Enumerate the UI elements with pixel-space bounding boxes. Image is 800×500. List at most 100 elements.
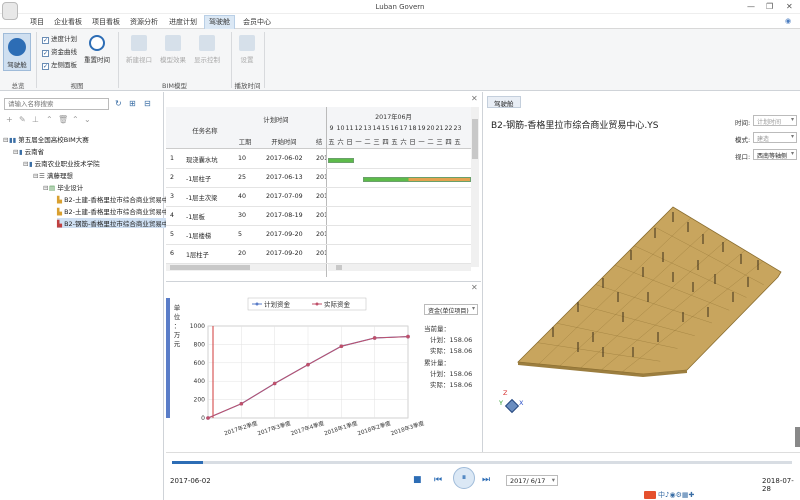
close-button[interactable]: ✕	[786, 2, 793, 11]
gantt-day-23: 23	[453, 125, 462, 132]
stop-button[interactable]: ■	[413, 475, 422, 485]
gantt-weekday-21: 三	[436, 139, 443, 146]
move-bottom-icon[interactable]: ⌄	[84, 115, 91, 124]
tree-node-graduation-design[interactable]: ⊟▤ 毕业设计	[43, 182, 83, 192]
row-duration: 25	[238, 174, 247, 181]
gantt-weekday-17: 六	[400, 139, 407, 146]
row-finish-time: 201	[316, 193, 326, 200]
time-select[interactable]: 计划时间	[753, 115, 797, 126]
gantt-day-11: 11	[345, 125, 354, 132]
app-logo-icon[interactable]	[2, 2, 18, 20]
gantt-left-hscrollbar[interactable]	[166, 264, 326, 271]
tree-node-model-rebar[interactable]: ▙ B2-钢筋-香格里拉市综合商业贸易中	[57, 218, 169, 228]
tree-node-college[interactable]: ⊟▮ 云南农业职业技术学院	[23, 158, 100, 168]
group-label-view: 视图	[70, 82, 84, 90]
legend-label-2: 实际资金	[324, 300, 351, 309]
gantt-vertical-scrollbar[interactable]	[471, 107, 479, 267]
model-effect-button[interactable]: 模型效果	[158, 35, 188, 64]
menu-enterprise-board[interactable]: 企业看板	[54, 17, 82, 27]
expand-all-icon[interactable]: ⊞	[129, 99, 136, 108]
tree-node-team[interactable]: ⊟☰ 满藤理想	[33, 170, 73, 180]
search-input[interactable]	[4, 98, 109, 110]
fund-unit-select[interactable]: 资金(单位项目)	[424, 304, 478, 315]
new-viewport-button[interactable]: 新建视口	[124, 35, 154, 64]
tree-node-model-civil-1[interactable]: ▙ B2-土建-香格里拉市综合商业贸易中	[57, 194, 168, 204]
move-top-icon[interactable]: ⌃	[72, 115, 79, 124]
minimize-button[interactable]: —	[747, 2, 755, 11]
tray-app-icon[interactable]	[644, 491, 656, 499]
schedule-checkbox[interactable]: ✓ 进度计划	[42, 33, 77, 44]
axis-x-label: X	[519, 399, 524, 407]
mode-select[interactable]: 建造	[753, 132, 797, 143]
legend-marker-2	[315, 302, 319, 306]
left-panel-checkbox[interactable]: ✓ 左侧面板	[42, 59, 77, 70]
table-row[interactable]: 1 现浇囊水坑 10 2017-06-02 201	[166, 150, 471, 169]
menu-schedule[interactable]: 进度计划	[169, 17, 197, 27]
tree-node-model-civil-2[interactable]: ▙ B2-土建-香格里拉市综合商业贸易中	[57, 206, 168, 216]
app-title: Luban Govern	[375, 3, 425, 11]
col-start-time: 开始时间	[271, 139, 297, 146]
group-label-overview: 总览	[11, 82, 25, 90]
title-bar: Luban Govern — ❐ ✕	[0, 0, 800, 20]
timeline-track[interactable]	[172, 461, 792, 464]
row-start-time: 2017-07-09	[266, 193, 303, 200]
pause-button[interactable]: ⏸	[453, 467, 475, 489]
fund-curve-checkbox[interactable]: ✓ 资金曲线	[42, 46, 77, 57]
display-control-button[interactable]: 显示控制	[192, 35, 222, 64]
move-up-icon[interactable]: ⌃	[46, 115, 53, 124]
gantt-right-hscrollbar[interactable]	[328, 264, 471, 271]
menu-project-board[interactable]: 项目看板	[92, 17, 120, 27]
chart-close-button[interactable]: ✕	[471, 283, 478, 292]
table-row[interactable]: 3 -1层主次梁 40 2017-07-09 201	[166, 188, 471, 207]
x-tick-label: 2018年3季度	[390, 419, 426, 437]
gantt-bar-row-2[interactable]	[363, 177, 471, 182]
group-separator	[264, 32, 265, 88]
series-point-2	[306, 362, 310, 367]
menu-member-center[interactable]: 会员中心	[243, 17, 271, 27]
tree-node-competition[interactable]: ⊟▮▮ 第五届全国高校BIM大赛	[3, 134, 89, 144]
edit-icon[interactable]: ✎	[19, 115, 26, 124]
gantt-close-button[interactable]: ✕	[471, 94, 478, 103]
series-point-2	[272, 381, 277, 386]
table-row[interactable]: 4 -1层板 30 2017-08-19 201	[166, 207, 471, 226]
gantt-weekday-13: 二	[364, 139, 371, 146]
current-date-select[interactable]: 2017/ 6/17	[506, 475, 558, 486]
restore-button[interactable]: ❐	[766, 2, 773, 11]
menu-project[interactable]: 项目	[30, 17, 44, 27]
tab-cockpit[interactable]: 驾驶舱	[487, 96, 521, 108]
rewind-button[interactable]: ⏮	[434, 475, 442, 485]
tray-icons[interactable]: 中♪◉⚙▦✚	[658, 490, 694, 500]
row-number: 2	[170, 174, 175, 181]
table-row[interactable]: 6 1层柱子 20 2017-09-20 201	[166, 245, 471, 264]
delete-icon[interactable]: 🗑	[58, 115, 68, 124]
refresh-icon[interactable]: ↻	[115, 99, 122, 108]
display-control-icon	[199, 35, 215, 51]
row-duration: 10	[238, 155, 247, 162]
add-icon[interactable]: +	[6, 115, 13, 124]
collapse-icon[interactable]: ⊥	[32, 115, 39, 124]
chart-side-handle[interactable]	[166, 298, 170, 418]
table-row[interactable]: 5 -1层楼梯 5 2017-09-20 201	[166, 226, 471, 245]
fast-forward-button[interactable]: ⏭	[482, 475, 490, 485]
bim-side-handle[interactable]	[795, 427, 800, 447]
y-tick-label: 800	[194, 341, 206, 348]
reset-time-button[interactable]: 重置时间	[82, 35, 112, 64]
series-point-2	[239, 401, 244, 406]
bim-viewer-panel: 驾驶舱 B2-钢筋-香格里拉市综合商业贸易中心.YS 时间: 计划时间 模式: …	[482, 92, 800, 452]
left-panel: ↻ ⊞ ⊟ + ✎ ⊥ ⌃ 🗑 ⌃ ⌄ ⊟▮▮ 第五届全国高校BIM大赛 ⊟▮ …	[0, 92, 169, 500]
menu-cockpit[interactable]: 驾驶舱	[204, 15, 235, 29]
collapse-all-icon[interactable]: ⊟	[144, 99, 151, 108]
gantt-bar-row-1[interactable]	[328, 158, 354, 163]
row-duration: 5	[238, 231, 243, 238]
tree-node-province[interactable]: ⊟▮ 云南省	[13, 146, 44, 156]
current-actual-value: 实际：158.06	[430, 347, 473, 355]
cockpit-button[interactable]: 驾驶舱	[3, 33, 31, 71]
bim-model-view[interactable]	[483, 152, 800, 452]
menu-resource-analysis[interactable]: 资源分析	[130, 17, 158, 27]
x-tick-label: 2018年2季度	[356, 419, 392, 437]
x-tick-label: 2018年1季度	[323, 419, 359, 437]
settings-button[interactable]: 设置	[234, 35, 260, 64]
gantt-month-header: 2017年06月	[375, 114, 412, 121]
cumulative-plan-value: 计划：158.06	[430, 370, 473, 378]
help-icon[interactable]: ◉	[785, 17, 791, 25]
